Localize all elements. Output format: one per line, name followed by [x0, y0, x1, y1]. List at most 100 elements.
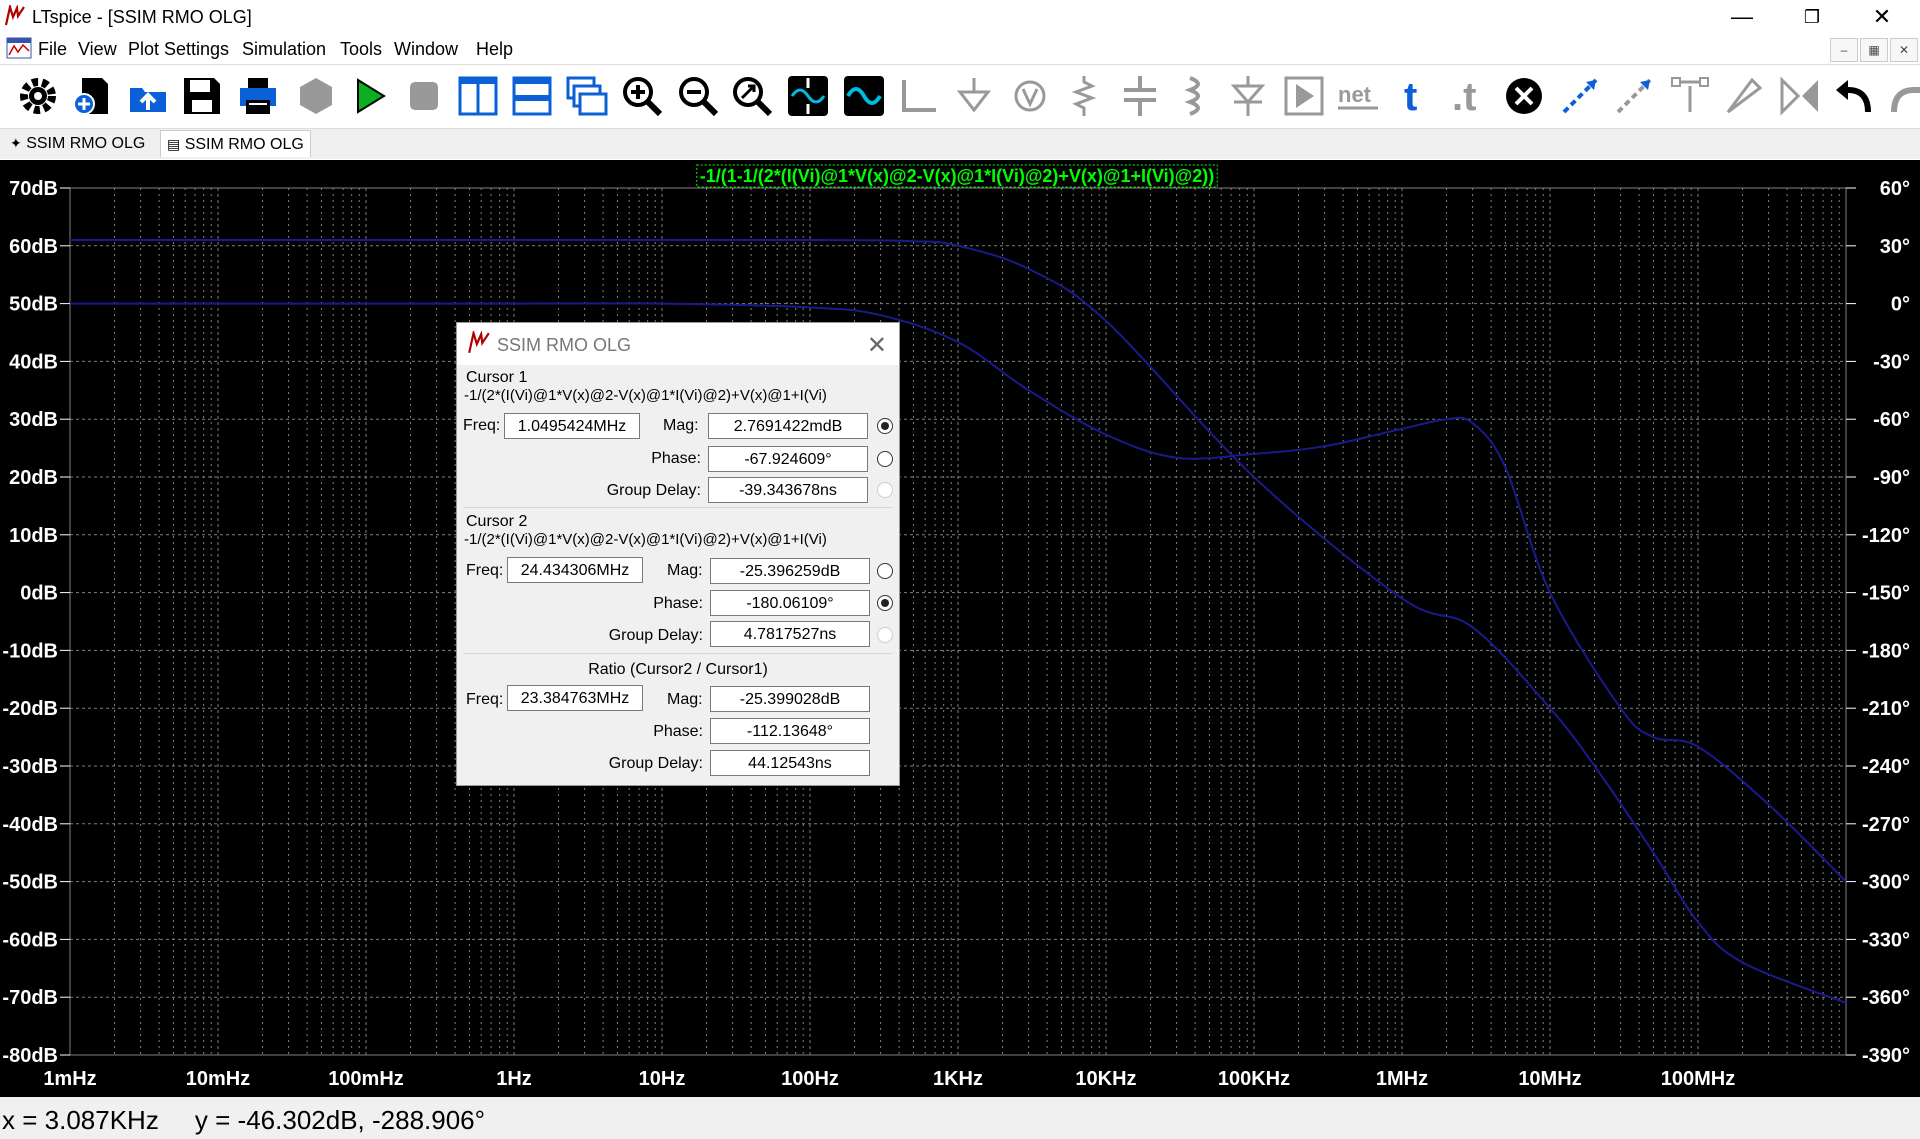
plot-grid	[69, 187, 1847, 1056]
minimize-button[interactable]: —	[1716, 0, 1768, 34]
cursor1-group-delay-radio[interactable]	[877, 482, 893, 498]
tab-waveform[interactable]: ▤ SSIM RMO OLG	[160, 130, 311, 157]
y-left-tick-label: 30dB	[9, 409, 58, 431]
x-tick-label: 100mHz	[328, 1068, 404, 1090]
halt-icon[interactable]	[402, 74, 446, 118]
cursor-readout: x = 3.087KHz y = -46.302dB, -288.906°	[2, 1105, 486, 1135]
run-icon[interactable]	[348, 74, 392, 118]
trace-label[interactable]: -1/(1-1/(2*(I(Vi)@1*V(x)@2-V(x)@1*I(Vi)@…	[700, 166, 1214, 186]
restore-button[interactable]: ❐	[1786, 0, 1838, 34]
text-icon-text: t	[1404, 75, 1417, 118]
cursor1-mag-radio[interactable]	[877, 418, 893, 434]
y-right-tick-label: -90°	[1873, 467, 1910, 489]
component-icon[interactable]	[1282, 74, 1326, 118]
cursor1-mag-field[interactable]: 2.7691422mdB	[708, 413, 868, 439]
drag-icon[interactable]	[1612, 74, 1656, 118]
ratio-group-delay-field[interactable]: 44.12543ns	[710, 750, 870, 776]
tab-schematic[interactable]: ✦ SSIM RMO OLG	[4, 130, 151, 156]
y-right-tick-label: -330°	[1862, 929, 1910, 951]
y-right-tick-label: -300°	[1862, 872, 1910, 894]
delete-icon[interactable]	[1502, 74, 1546, 118]
y-left-tick-label: 10dB	[9, 525, 58, 547]
menu-view[interactable]: View	[78, 39, 117, 60]
mirror-icon[interactable]	[1778, 74, 1822, 118]
copy-icon[interactable]	[1668, 74, 1712, 118]
paste-icon[interactable]	[1722, 74, 1766, 118]
diode-icon[interactable]	[1226, 74, 1270, 118]
menu-plot-settings[interactable]: Plot Settings	[128, 39, 229, 60]
hierarchy-icon[interactable]	[294, 74, 338, 118]
new-schematic-icon[interactable]	[70, 74, 114, 118]
netlist-icon[interactable]: net	[1336, 74, 1380, 118]
ground-icon[interactable]	[952, 74, 996, 118]
ratio-mag-field[interactable]: -25.399028dB	[710, 686, 870, 712]
zoom-out-icon[interactable]	[676, 74, 720, 118]
text-icon[interactable]: t	[1392, 74, 1436, 118]
ltspice-logo-icon	[467, 331, 491, 355]
cursor2-freq-field[interactable]: 24.434306MHz	[507, 557, 643, 583]
cursor2-mag-field[interactable]: -25.396259dB	[710, 558, 870, 584]
menu-tools[interactable]: Tools	[340, 39, 382, 60]
mdi-restore-button[interactable]: ▦	[1860, 38, 1888, 62]
y-left-tick-label: 20dB	[9, 467, 58, 489]
close-window-button[interactable]: ✕	[1856, 0, 1908, 34]
zoom-in-icon[interactable]	[620, 74, 664, 118]
mdi-minimize-button[interactable]: –	[1830, 38, 1858, 62]
dialog-title-bar[interactable]: SSIM RMO OLG ✕	[457, 323, 899, 365]
ratio-heading: Ratio (Cursor2 / Cursor1)	[588, 661, 768, 678]
menu-simulation[interactable]: Simulation	[242, 39, 326, 60]
ratio-freq-field[interactable]: 23.384763MHz	[507, 685, 643, 711]
waveform-window-icon	[6, 37, 32, 59]
cursor2-group-delay-radio[interactable]	[877, 627, 893, 643]
cursor1-group-delay-field[interactable]: -39.343678ns	[708, 477, 868, 503]
tile-vertical-icon[interactable]	[456, 74, 500, 118]
menu-help[interactable]: Help	[476, 39, 513, 60]
autorange-icon[interactable]	[786, 74, 830, 118]
cursor1-phase-radio[interactable]	[877, 451, 893, 467]
waveform-icon[interactable]	[842, 74, 886, 118]
undo-icon[interactable]	[1832, 74, 1876, 118]
inductor-icon[interactable]	[1172, 74, 1216, 118]
capacitor-icon[interactable]	[1118, 74, 1162, 118]
waveform-plot-pane[interactable]: 70dB 60dB 50dB 40dB 30dB 20dB 10dB 0dB -10dB -20d…	[0, 160, 1920, 1097]
y-left-tick-label: -30dB	[2, 756, 58, 778]
spice-directive-icon-text: .t	[1452, 75, 1476, 118]
cursor2-phase-radio[interactable]	[877, 595, 893, 611]
tile-horizontal-icon[interactable]	[510, 74, 554, 118]
cursor2-phase-label: Phase:	[653, 595, 703, 612]
move-icon[interactable]	[1558, 74, 1602, 118]
cursor2-mag-radio[interactable]	[877, 563, 893, 579]
resistor-icon[interactable]	[1062, 74, 1106, 118]
ratio-freq-label: Freq:	[466, 691, 504, 708]
cursor2-group-delay-field[interactable]: 4.7817527ns	[710, 621, 870, 647]
redo-icon[interactable]	[1886, 74, 1920, 118]
waveform-plot[interactable]: 70dB 60dB 50dB 40dB 30dB 20dB 10dB 0dB -10dB -20d…	[0, 160, 1920, 1097]
y-right-tick-label: -150°	[1862, 583, 1910, 605]
separator	[463, 507, 893, 508]
x-tick-label: 1MHz	[1376, 1068, 1428, 1090]
close-icon[interactable]: ✕	[867, 331, 887, 360]
cursor1-freq-field[interactable]: 1.0495424MHz	[504, 413, 640, 439]
wire-icon[interactable]	[898, 74, 942, 118]
save-icon[interactable]	[180, 74, 224, 118]
open-icon[interactable]	[126, 74, 170, 118]
x-tick-label: 10MHz	[1518, 1068, 1581, 1090]
gear-icon[interactable]	[16, 74, 60, 118]
cascade-icon[interactable]	[564, 74, 608, 118]
x-tick-label: 1Hz	[496, 1068, 532, 1090]
cursor-dialog: SSIM RMO OLG ✕ Cursor 1 -1/(2*(I(Vi)@1*V…	[456, 322, 900, 786]
mdi-close-button[interactable]: ✕	[1890, 38, 1918, 62]
print-icon[interactable]	[236, 74, 280, 118]
y-right-tick-label: -30°	[1873, 351, 1910, 373]
waveform-window-icon: ▤	[167, 136, 181, 152]
cursor1-phase-field[interactable]: -67.924609°	[708, 446, 868, 472]
menu-file[interactable]: File	[38, 39, 67, 60]
spice-directive-icon[interactable]: .t	[1446, 74, 1490, 118]
cursor2-phase-field[interactable]: -180.06109°	[710, 590, 870, 616]
menu-window[interactable]: Window	[394, 39, 458, 60]
y-left-tick-label: -80dB	[2, 1045, 58, 1067]
title-bar: LTspice - [SSIM RMO OLG] — ❐ ✕	[0, 0, 1920, 34]
ratio-phase-field[interactable]: -112.13648°	[710, 718, 870, 744]
label-icon[interactable]	[1008, 74, 1052, 118]
zoom-fit-icon[interactable]	[730, 74, 774, 118]
